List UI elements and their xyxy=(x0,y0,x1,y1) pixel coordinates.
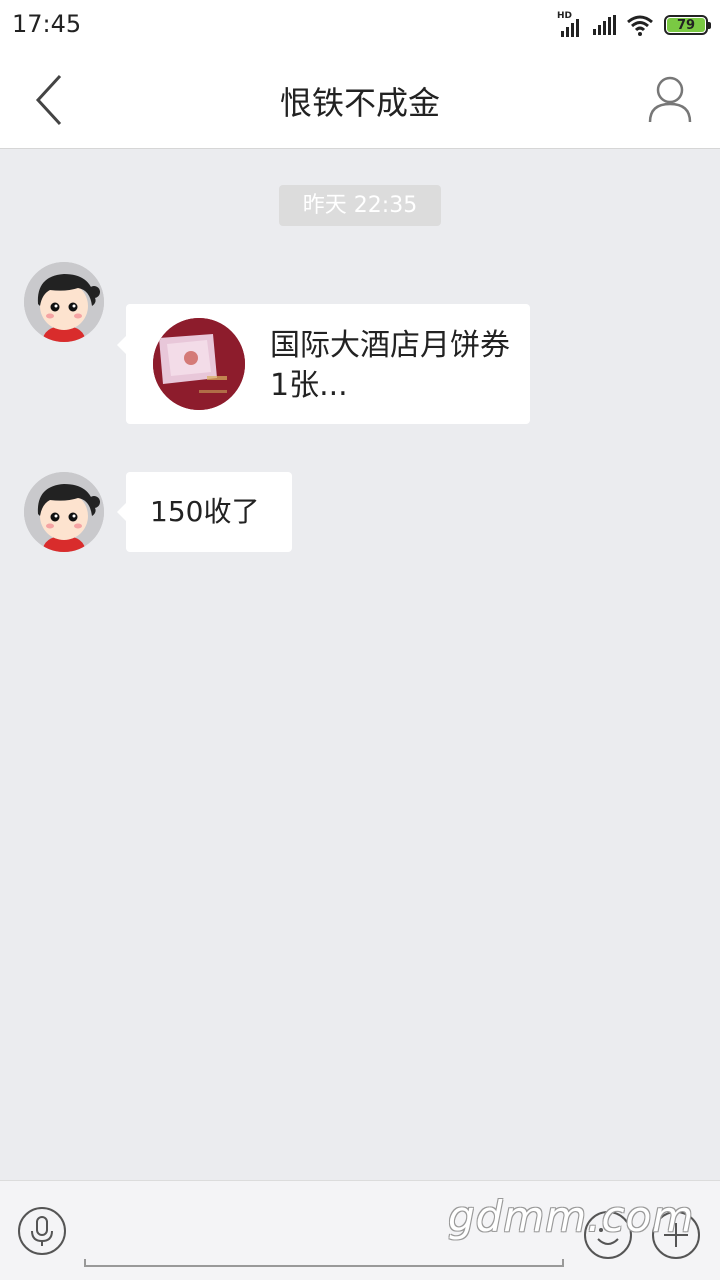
cartoon-avatar-icon xyxy=(24,472,104,552)
status-time: 17:45 xyxy=(12,10,82,38)
status-bar: 17:45 HD 79 xyxy=(0,0,720,50)
hd-label: HD xyxy=(557,11,573,21)
chat-area[interactable]: 昨天 22:35 国际大酒店月饼券1张... 150收了 xyxy=(0,150,720,1180)
contact-avatar[interactable] xyxy=(24,472,104,552)
microphone-icon xyxy=(31,1216,53,1246)
input-underline xyxy=(84,1259,564,1267)
message-timestamp: 昨天 22:35 xyxy=(279,185,441,226)
text-message-bubble[interactable]: 150收了 xyxy=(117,472,292,552)
hd-signal-icon: HD xyxy=(557,11,583,37)
battery-level: 79 xyxy=(667,18,705,33)
contact-avatar[interactable] xyxy=(24,262,104,342)
voice-input-button[interactable] xyxy=(18,1207,66,1255)
battery-icon: 79 xyxy=(664,15,711,35)
chat-title: 恨铁不成金 xyxy=(279,84,440,122)
wifi-icon xyxy=(627,15,653,36)
user-outline-icon xyxy=(648,76,692,123)
chat-header: 恨铁不成金 xyxy=(0,50,720,149)
text-message-content: 150收了 xyxy=(150,495,260,528)
mooncake-voucher-thumbnail xyxy=(153,318,245,410)
card-message-text: 国际大酒店月饼券1张... xyxy=(270,328,510,403)
cartoon-avatar-icon xyxy=(24,262,104,342)
site-watermark: gdmm.com xyxy=(448,1192,695,1241)
profile-button[interactable] xyxy=(648,74,692,124)
card-message-bubble[interactable]: 国际大酒店月饼券1张... xyxy=(117,304,530,424)
cell-signal-icon xyxy=(593,15,616,35)
status-icons: HD 79 xyxy=(557,10,711,40)
